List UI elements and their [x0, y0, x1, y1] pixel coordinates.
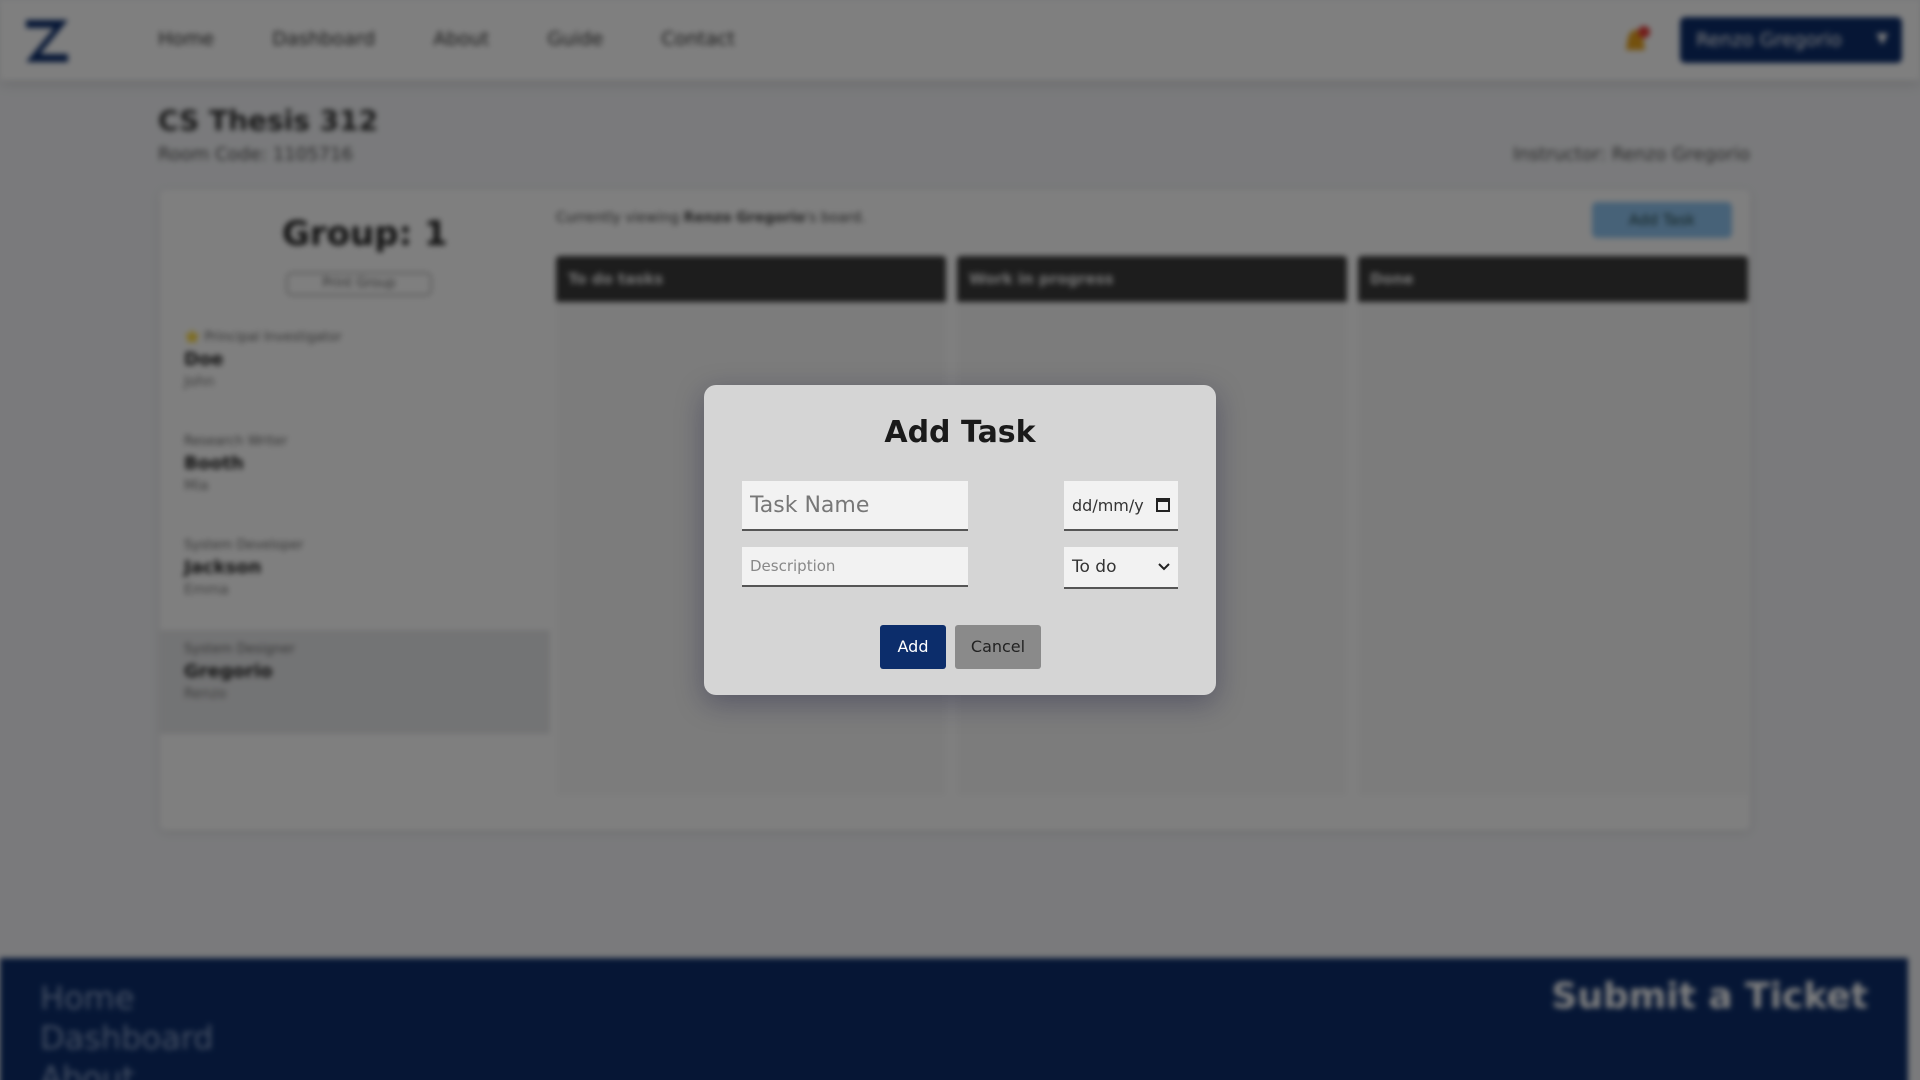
- modal-title: Add Task: [884, 415, 1036, 450]
- add-task-modal: Add Task dd/mm/y To do Add Cancel: [704, 385, 1216, 695]
- date-placeholder: dd/mm/y: [1072, 495, 1144, 515]
- chevron-down-icon: [1158, 563, 1170, 571]
- status-select[interactable]: To do: [1064, 547, 1178, 589]
- add-button[interactable]: Add: [880, 625, 946, 669]
- status-value: To do: [1072, 557, 1117, 577]
- cancel-button[interactable]: Cancel: [955, 625, 1041, 669]
- calendar-icon[interactable]: [1156, 498, 1170, 512]
- due-date-input[interactable]: dd/mm/y: [1064, 481, 1178, 531]
- description-input[interactable]: [742, 547, 968, 587]
- task-name-input[interactable]: [742, 481, 968, 531]
